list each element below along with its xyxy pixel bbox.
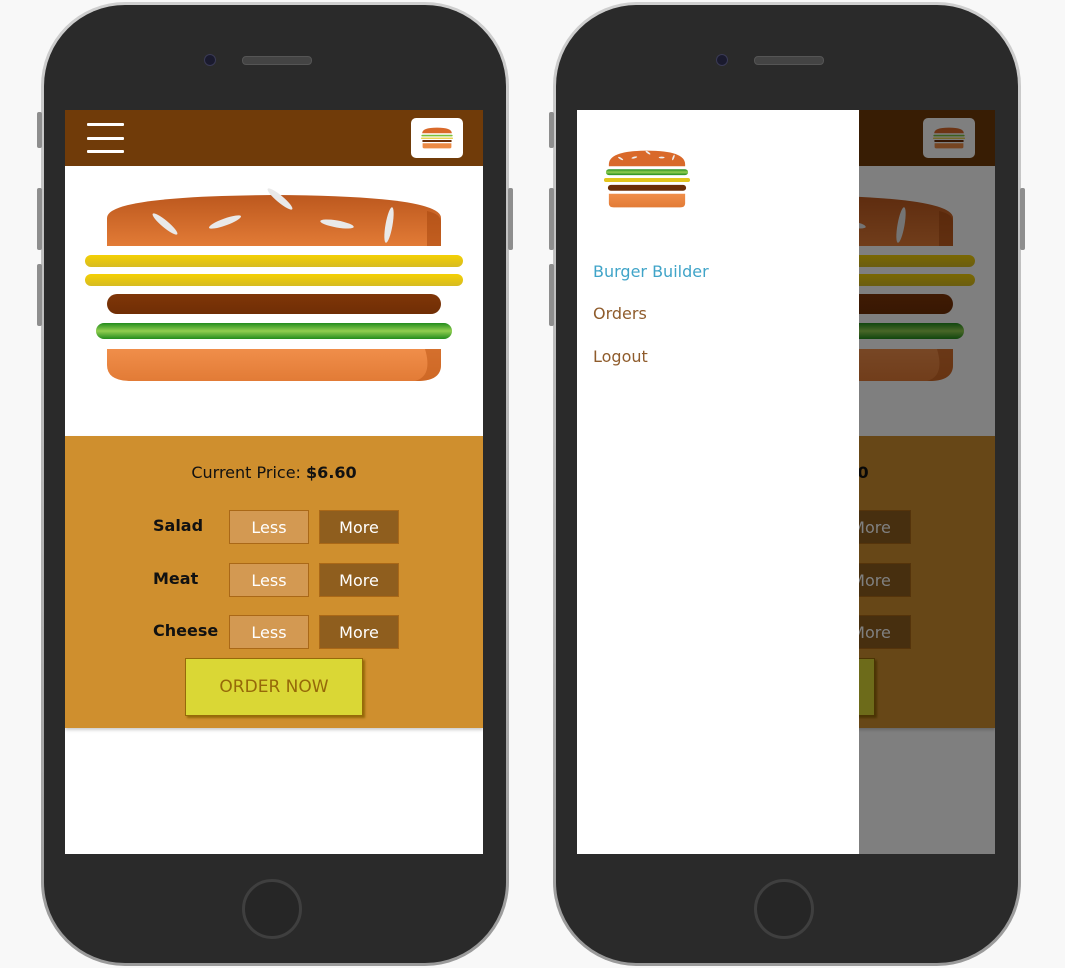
build-controls: Current Price: $6.60 Salad Less More Mea… [65, 436, 483, 728]
control-label-cheese: Cheese [153, 621, 219, 640]
speaker-grille [754, 56, 824, 65]
price-label: Current Price: [191, 463, 301, 482]
camera-icon [204, 54, 216, 66]
app-screen-drawer-open: Current Price: $6.60 Salad Less More Mea… [577, 110, 995, 854]
burger-logo-graphic [421, 127, 453, 149]
control-label-meat: Meat [153, 569, 199, 588]
burger-logo-icon [603, 148, 691, 212]
burger-graphic [85, 188, 463, 381]
app-screen: Current Price: $6.60 Salad Less More Mea… [65, 110, 483, 854]
volume-up-button [549, 188, 554, 250]
volume-down-button [37, 264, 42, 326]
home-button [242, 879, 302, 939]
home-button [754, 879, 814, 939]
volume-up-button [37, 188, 42, 250]
hamburger-menu-icon[interactable] [87, 123, 124, 153]
power-button [508, 188, 513, 250]
phone-frame-right: Current Price: $6.60 Salad Less More Mea… [553, 2, 1021, 966]
mute-switch [549, 112, 554, 148]
control-label-salad: Salad [153, 516, 204, 535]
more-meat-button[interactable]: More [319, 563, 399, 597]
burger-logo-icon [411, 118, 463, 158]
nav-item-orders[interactable]: Orders [593, 304, 647, 323]
control-row-meat: Meat Less More [65, 563, 483, 597]
toolbar [65, 110, 483, 166]
less-meat-button[interactable]: Less [229, 563, 309, 597]
drawer-logo-graphic [603, 150, 691, 208]
control-row-salad: Salad Less More [65, 510, 483, 544]
current-price: Current Price: $6.60 [65, 463, 483, 482]
camera-icon [716, 54, 728, 66]
burger-preview [65, 166, 483, 436]
side-drawer: Burger Builder Orders Logout [577, 110, 859, 854]
less-salad-button[interactable]: Less [229, 510, 309, 544]
power-button [1020, 188, 1025, 250]
less-cheese-button[interactable]: Less [229, 615, 309, 649]
order-now-button[interactable]: ORDER NOW [185, 658, 363, 716]
phone-frame-left: Current Price: $6.60 Salad Less More Mea… [41, 2, 509, 966]
mute-switch [37, 112, 42, 148]
price-value: $6.60 [306, 463, 357, 482]
more-cheese-button[interactable]: More [319, 615, 399, 649]
nav-item-burger-builder[interactable]: Burger Builder [593, 262, 709, 281]
speaker-grille [242, 56, 312, 65]
control-row-cheese: Cheese Less More [65, 615, 483, 649]
more-salad-button[interactable]: More [319, 510, 399, 544]
nav-item-logout[interactable]: Logout [593, 347, 648, 366]
volume-down-button [549, 264, 554, 326]
